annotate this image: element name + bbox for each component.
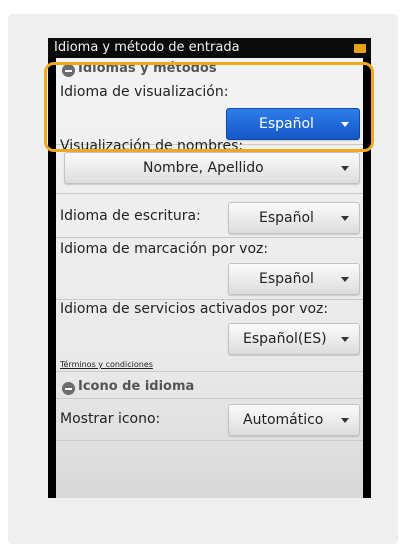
input-language-label: Idioma de escritura: [60, 208, 201, 224]
chevron-down-icon [341, 216, 349, 221]
collapse-icon[interactable] [62, 382, 75, 395]
voice-services-language-label: Idioma de servicios activados por voz: [60, 301, 329, 317]
voice-dial-language-label: Idioma de marcación por voz: [60, 241, 269, 257]
input-language-dropdown[interactable]: Español [228, 202, 360, 234]
voice-dial-language-value: Español [259, 271, 314, 287]
chevron-down-icon [341, 418, 349, 423]
divider [56, 398, 363, 399]
chevron-down-icon [341, 166, 349, 171]
show-icon-label: Mostrar icono: [60, 411, 161, 427]
show-icon-dropdown[interactable]: Automático [228, 404, 360, 436]
highlight-annotation [44, 62, 374, 152]
window-title: Idioma y método de entrada [54, 40, 240, 55]
divider [56, 299, 363, 300]
divider [56, 371, 363, 372]
show-icon-value: Automático [243, 412, 324, 428]
name-display-dropdown[interactable]: Nombre, Apellido [64, 152, 360, 184]
notification-icon [354, 44, 366, 53]
section-header-language-icon[interactable]: Icono de idioma [78, 379, 194, 394]
chevron-down-icon [341, 277, 349, 282]
divider [56, 193, 363, 194]
input-language-value: Español [259, 210, 314, 226]
terms-link[interactable]: Términos y condiciones [60, 360, 153, 369]
title-bar: Idioma y método de entrada [48, 38, 371, 58]
chevron-down-icon [341, 337, 349, 342]
divider [56, 237, 363, 238]
voice-services-language-value: Español(ES) [243, 331, 327, 347]
voice-services-language-dropdown[interactable]: Español(ES) [228, 323, 360, 355]
name-display-value: Nombre, Apellido [143, 160, 264, 176]
voice-dial-language-dropdown[interactable]: Español [228, 263, 360, 295]
divider [56, 440, 363, 441]
